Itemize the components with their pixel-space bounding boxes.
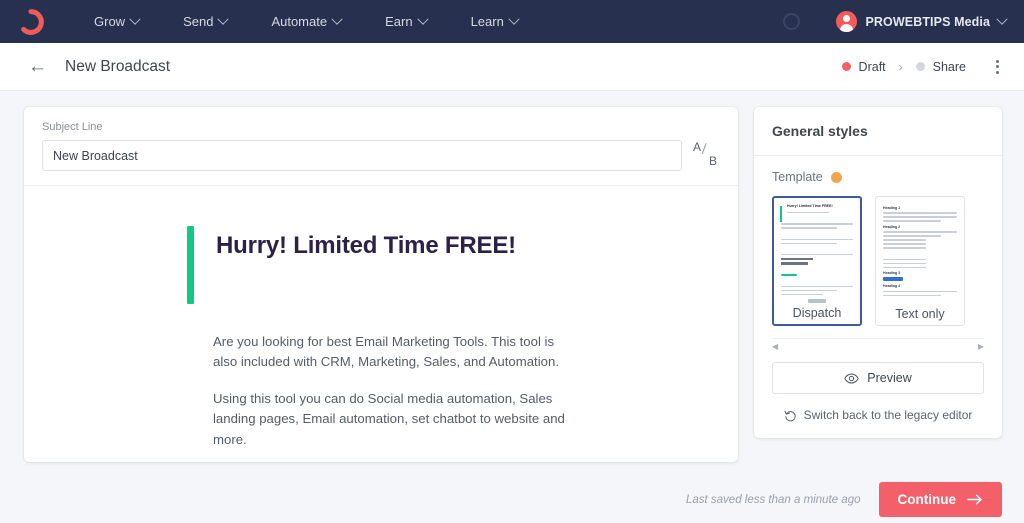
status-badge-draft[interactable]: Draft (834, 60, 894, 74)
preview-button-label: Preview (867, 371, 912, 385)
nav-item-automate[interactable]: Automate (249, 8, 363, 35)
kebab-menu-icon[interactable] (986, 56, 1008, 78)
account-menu[interactable]: PROWEBTIPS Media (832, 7, 1010, 36)
dispatch-accent-bar-icon (780, 206, 782, 222)
share-label: Share (932, 59, 966, 74)
back-arrow-icon[interactable]: ← (28, 57, 47, 76)
main-nav-items: Grow Send Automate Earn Learn (72, 8, 540, 35)
share-status-dot-icon (915, 62, 925, 71)
account-name-label: PROWEBTIPS Media (865, 14, 990, 29)
getresponse-logo-icon[interactable] (18, 8, 44, 35)
general-styles-body: Template Hurry! Limited Time FREE! Dispa… (754, 156, 1002, 438)
template-name-dispatch: Dispatch (774, 303, 860, 320)
scroll-left-arrow-icon[interactable]: ◀ (772, 342, 778, 351)
loading-spinner-icon (783, 13, 801, 30)
eye-icon (844, 372, 860, 384)
nav-item-label: Automate (271, 14, 328, 29)
page-subheader: ← New Broadcast Draft › Share (0, 43, 1024, 91)
nav-item-label: Earn (385, 14, 413, 29)
status-badge-share[interactable]: Share (908, 60, 974, 74)
email-paragraphs: Are you looking for best Email Marketing… (24, 304, 584, 462)
text-only-preview-heading: Heading 1 (883, 206, 901, 210)
chevron-down-icon (996, 13, 1008, 25)
nav-item-learn[interactable]: Learn (449, 8, 540, 35)
top-navigation-bar: Grow Send Automate Earn Learn PROWEBTIPS… (0, 0, 1024, 43)
text-only-button-icon (883, 277, 903, 282)
nav-item-label: Grow (94, 14, 126, 29)
chevron-down-icon (129, 13, 141, 25)
ab-test-icon[interactable]: A / B (692, 138, 720, 170)
template-thumb-text-only[interactable]: Heading 1 Heading 2 Heading 3 Heading 4 … (875, 196, 965, 326)
subheader-actions: Draft › Share (834, 56, 1008, 78)
ab-test-b-label: B (709, 154, 718, 168)
styles-sidebar: General styles Template Hurry! Limited T… (754, 107, 1002, 523)
page-title: New Broadcast (65, 57, 171, 75)
editor-footer: Last saved less than a minute ago Contin… (0, 476, 1024, 523)
ab-test-slash: / (701, 140, 707, 159)
draft-status-dot-icon (841, 62, 851, 71)
general-styles-title: General styles (754, 107, 1002, 156)
subject-line-label: Subject Line (42, 121, 103, 133)
dispatch-preview-graphic: Hurry! Limited Time FREE! (774, 198, 860, 304)
general-styles-panel: General styles Template Hurry! Limited T… (754, 107, 1002, 438)
history-revert-icon (784, 409, 797, 422)
status-separator: › (898, 59, 903, 74)
template-thumb-dispatch[interactable]: Hurry! Limited Time FREE! Dispatch (772, 196, 862, 326)
chevron-down-icon (508, 13, 520, 25)
template-badge-icon (830, 171, 842, 183)
chevron-down-icon (331, 13, 343, 25)
scroll-right-arrow-icon[interactable]: ▶ (978, 342, 984, 351)
top-nav-right-cluster: PROWEBTIPS Media (783, 7, 1010, 36)
arrow-right-icon (967, 494, 983, 505)
template-thumbnail-list: Hurry! Limited Time FREE! Dispatch Headi… (772, 196, 984, 326)
preview-button[interactable]: Preview (772, 362, 984, 394)
chevron-down-icon (217, 13, 230, 25)
heading-accent-bar (187, 225, 194, 304)
draft-label: Draft (858, 59, 886, 74)
last-saved-status: Last saved less than a minute ago (685, 493, 861, 506)
text-only-preview-graphic: Heading 1 Heading 2 Heading 3 Heading 4 (876, 197, 964, 299)
nav-item-label: Send (183, 14, 214, 29)
chevron-down-icon (416, 13, 429, 25)
template-name-text-only: Text only (876, 304, 964, 321)
template-label: Template (772, 170, 823, 184)
switch-legacy-editor-link[interactable]: Switch back to the legacy editor (772, 408, 984, 422)
dispatch-preview-heading: Hurry! Limited Time FREE! (787, 204, 833, 208)
workspace: Subject Line A / B Hurry! Limited Time F… (0, 91, 1024, 523)
user-avatar-icon (836, 11, 858, 32)
ab-test-a-label: A (693, 140, 702, 154)
template-label-row: Template (772, 170, 984, 184)
email-heading-block[interactable]: Hurry! Limited Time FREE! (24, 225, 738, 304)
nav-item-label: Learn (470, 14, 504, 29)
subject-field-group: Subject Line (42, 121, 682, 171)
nav-item-send[interactable]: Send (161, 8, 249, 35)
broadcast-editor-card: Subject Line A / B Hurry! Limited Time F… (24, 107, 738, 462)
nav-item-grow[interactable]: Grow (72, 8, 161, 35)
continue-button-label: Continue (897, 492, 957, 507)
switch-legacy-editor-label: Switch back to the legacy editor (803, 408, 973, 422)
email-heading-text: Hurry! Limited Time FREE! (216, 231, 516, 259)
continue-button[interactable]: Continue (878, 482, 1002, 517)
email-paragraph-1[interactable]: Are you looking for best Email Marketing… (213, 332, 565, 373)
email-content-canvas[interactable]: Hurry! Limited Time FREE! Are you lookin… (24, 186, 738, 462)
subject-input[interactable] (42, 140, 682, 171)
email-paragraph-2[interactable]: Using this tool you can do Social media … (213, 389, 565, 450)
template-horizontal-scrollbar[interactable]: ◀ ▶ (772, 338, 984, 351)
nav-item-earn[interactable]: Earn (363, 8, 448, 35)
subject-line-section: Subject Line A / B (24, 107, 738, 185)
